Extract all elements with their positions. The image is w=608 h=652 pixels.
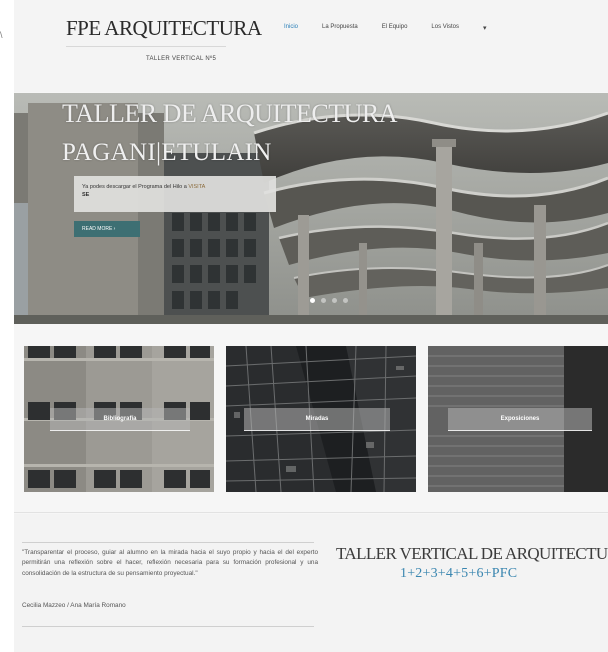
tile-exposiciones-label[interactable]: Exposiciones bbox=[448, 408, 592, 431]
hero-caption-link[interactable]: VISITA bbox=[188, 184, 205, 190]
nav-item-la-propuesta[interactable]: La Propuesta bbox=[322, 24, 358, 32]
nav-item-inicio[interactable]: Inicio bbox=[284, 24, 298, 32]
tile-miradas[interactable]: Miradas bbox=[226, 346, 416, 492]
hero-caption-text: Ya podes descargar el Programa del Hilo bbox=[82, 184, 183, 190]
read-more-button[interactable]: READ MORE › bbox=[74, 221, 140, 237]
slider-dot-4[interactable] bbox=[343, 298, 348, 303]
slider-dot-3[interactable] bbox=[332, 298, 337, 303]
slider-dot-2[interactable] bbox=[321, 298, 326, 303]
nav-item-los-vistos[interactable]: Los Vistos bbox=[431, 24, 459, 32]
page: FPE ARQUITECTURA TALLER VERTICAL Nº5 Ini… bbox=[14, 0, 608, 652]
tile-bibliografia[interactable]: Bibliografía bbox=[24, 346, 214, 492]
hero-slider: TALLER DE ARQUITECTURA PAGANI|ETULAIN Ya… bbox=[14, 93, 608, 324]
footer-quote-author: Cecilia Mazzeo / Ana María Romano bbox=[22, 602, 126, 609]
main-nav: Inicio La Propuesta El Equipo Los Vistos… bbox=[284, 24, 487, 32]
footer-quote: "Transparentar el proceso, guiar al alum… bbox=[22, 549, 318, 577]
hero-caption-box: Ya podes descargar el Programa del Hilo … bbox=[74, 176, 276, 212]
tile-bibliografia-label[interactable]: Bibliografía bbox=[50, 408, 190, 431]
quote-top-rule bbox=[22, 542, 314, 543]
footer-title: TALLER VERTICAL DE ARQUITECTURA bbox=[336, 544, 608, 563]
tile-miradas-label[interactable]: Miradas bbox=[244, 408, 390, 431]
hero-subtitle: PAGANI|ETULAIN bbox=[62, 139, 272, 166]
footer-section: "Transparentar el proceso, guiar al alum… bbox=[14, 514, 608, 652]
hero-title: TALLER DE ARQUITECTURA bbox=[62, 99, 398, 128]
site-logo[interactable]: FPE ARQUITECTURA bbox=[66, 16, 262, 41]
quote-bottom-rule bbox=[22, 626, 314, 627]
logo-divider bbox=[66, 46, 226, 47]
page-corner-mark: \ bbox=[0, 30, 3, 40]
site-header: FPE ARQUITECTURA TALLER VERTICAL Nº5 Ini… bbox=[14, 0, 608, 92]
nav-item-el-equipo[interactable]: El Equipo bbox=[382, 24, 408, 32]
section-divider bbox=[14, 512, 608, 513]
tile-exposiciones[interactable]: Exposiciones bbox=[428, 346, 608, 492]
slider-dot-1[interactable] bbox=[310, 298, 315, 303]
slider-pagination bbox=[310, 298, 348, 303]
hero-caption-text-line2: SE bbox=[82, 192, 90, 198]
footer-subtitle: 1+2+3+4+5+6+PFC bbox=[400, 566, 518, 581]
site-tagline: TALLER VERTICAL Nº5 bbox=[146, 56, 217, 62]
nav-more-caret-icon[interactable]: ▾ bbox=[483, 24, 487, 32]
